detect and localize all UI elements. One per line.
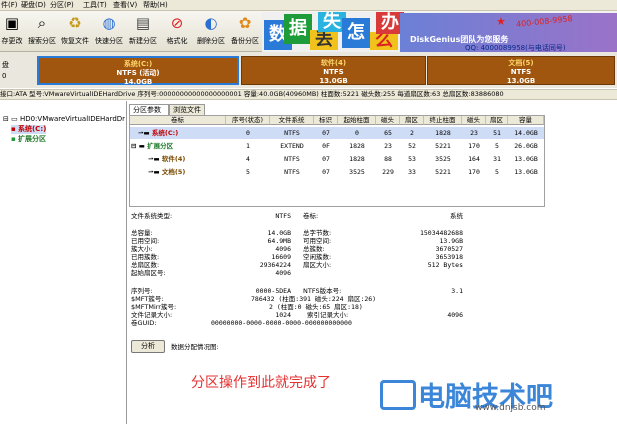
col-start-cyl[interactable]: 起始柱面 <box>338 116 376 125</box>
partition-icon: ⇀▬ <box>138 129 150 137</box>
col-capacity[interactable]: 容量 <box>508 116 544 125</box>
segment-software-4[interactable]: 软件(4) NTFS 13.0GB <box>241 56 426 85</box>
new-partition-button[interactable]: ▤ 新建分区 <box>126 13 160 50</box>
tab-browse-files[interactable]: 浏览文件 <box>169 104 205 115</box>
menu-file[interactable]: 件(F) <box>1 1 18 10</box>
table-row[interactable]: ⇀▬ 系统(C:) 0 NTFS 07 0 65 2 1828 23 51 14… <box>130 127 544 139</box>
recover-icon: ♻ <box>68 14 82 32</box>
tree-item-extended[interactable]: ▪ 扩展分区 <box>11 135 46 144</box>
partition-table: 卷标 序号(状态) 文件系统 标识 起始柱面 磁头 扇区 终止柱面 磁头 扇区 … <box>129 115 545 207</box>
format-icon: ⊘ <box>170 14 184 32</box>
diskgenius-promo[interactable]: ★ 400-008-9958 DiskGenius团队为您服务 QQ: 4000… <box>400 13 617 52</box>
col-sector[interactable]: 扇区 <box>400 116 424 125</box>
partition-icon: ▬ <box>138 142 145 150</box>
menu-help[interactable]: 帮助(H) <box>143 1 168 10</box>
col-end-cyl[interactable]: 终止柱面 <box>424 116 462 125</box>
menu-partition[interactable]: 分区(P) <box>50 1 74 10</box>
banner-char: 怎 <box>342 18 370 48</box>
promo-badge: ★ <box>496 15 506 28</box>
menu-bar: 件(F) 硬盘(D) 分区(P) 工具(T) 查看(V) 帮助(H) <box>0 0 617 11</box>
right-blank-pane <box>545 101 617 424</box>
watermark-logo-icon <box>380 380 416 410</box>
col-volume[interactable]: 卷标 <box>130 116 226 125</box>
tree-item-system-c[interactable]: ▪ 系统(C:) <box>11 125 47 134</box>
watermark-site: www.dnjsb.com <box>475 403 546 413</box>
delete-icon: ◐ <box>204 14 218 32</box>
partition-icon: ▪ <box>11 135 16 143</box>
segment-docs-5[interactable]: 文档(5) NTFS 13.0GB <box>427 56 615 85</box>
disk-tree-panel: ⊟ ▭ HD0:VMwareVirtualIDEHardDr ▪ 系统(C:) … <box>0 101 127 424</box>
segment-system-c[interactable]: 系统(C:) NTFS (活动) 14.0GB <box>37 56 239 86</box>
col-id[interactable]: 标识 <box>314 116 338 125</box>
backup-partition-button[interactable]: ✿ 备份分区 <box>228 13 262 50</box>
menu-view[interactable]: 查看(V) <box>113 1 137 10</box>
disk-label: 盘 <box>2 61 9 69</box>
banner-char: 据 <box>284 14 312 44</box>
col-fs[interactable]: 文件系统 <box>270 116 314 125</box>
col-head2[interactable]: 磁头 <box>462 116 486 125</box>
banner-char: 丢 <box>310 30 338 50</box>
recover-files-button[interactable]: ♻ 恢复文件 <box>58 13 92 50</box>
col-head[interactable]: 磁头 <box>376 116 400 125</box>
partition-icon: ⇀▬ <box>148 168 160 176</box>
search-icon: ⌕ <box>37 14 47 32</box>
table-row[interactable]: ⇀▬ 文档(5) 5 NTFS 07 3525 229 33 5221 170 … <box>130 166 544 178</box>
banner-char: 么 <box>370 32 398 50</box>
menu-tools[interactable]: 工具(T) <box>83 1 107 10</box>
format-button[interactable]: ⊘ 格式化 <box>160 13 194 50</box>
disk-info-bar: 接口:ATA 型号:VMwareVirtualIDEHardDrive 序列号:… <box>0 89 617 100</box>
col-sector2[interactable]: 扇区 <box>486 116 508 125</box>
new-partition-icon: ▤ <box>135 14 151 32</box>
collapse-icon[interactable]: ⊟ <box>131 142 136 150</box>
col-index[interactable]: 序号(状态) <box>226 116 270 125</box>
table-row[interactable]: ⇀▬ 软件(4) 4 NTFS 07 1828 88 53 3525 164 3… <box>130 153 544 165</box>
tutorial-caption: 分区操作到此就完成了 <box>191 375 331 391</box>
table-row[interactable]: ⊟ ▬ 扩展分区 1 EXTEND 0F 1828 23 52 5221 170… <box>130 140 544 152</box>
quick-partition-icon: ◍ <box>102 14 116 32</box>
delete-partition-button[interactable]: ◐ 删除分区 <box>194 13 228 50</box>
partition-icon: ▪ <box>11 125 16 133</box>
search-partition-button[interactable]: ⌕ 搜索分区 <box>25 13 59 50</box>
tree-root-disk[interactable]: ⊟ ▭ HD0:VMwareVirtualIDEHardDr <box>3 115 125 124</box>
quick-partition-button[interactable]: ◍ 快速分区 <box>92 13 126 50</box>
partition-icon: ⇀▬ <box>148 155 160 163</box>
menu-disk[interactable]: 硬盘(D) <box>21 1 46 10</box>
promo-phone: 400-008-9958 <box>515 14 573 29</box>
backup-icon: ✿ <box>238 14 252 32</box>
alloc-map-label: 数据分配情况图: <box>171 343 219 351</box>
disk-index: 0 <box>2 72 7 80</box>
save-icon: ▣ <box>4 14 20 32</box>
analyze-button[interactable]: 分析 <box>131 340 165 353</box>
tab-partition-params[interactable]: 分区参数 <box>129 104 169 115</box>
app-window: 件(F) 硬盘(D) 分区(P) 工具(T) 查看(V) 帮助(H) ▣ 存更改 … <box>0 0 617 424</box>
